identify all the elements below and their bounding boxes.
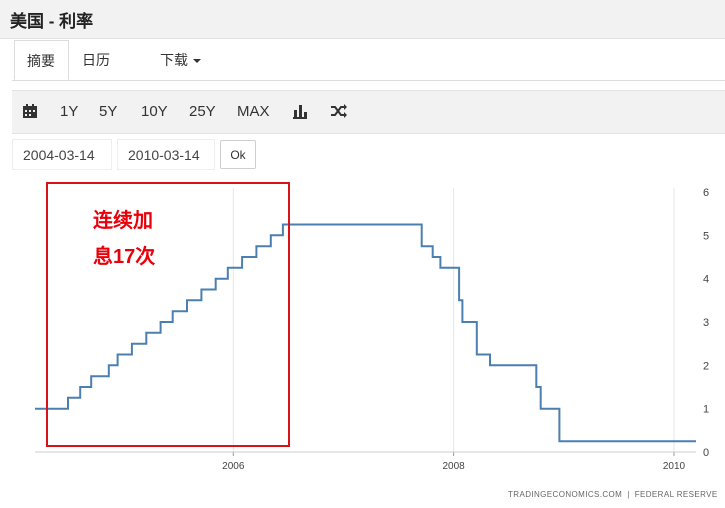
range-1y-button[interactable]: 1Y — [60, 91, 78, 133]
annotation-text-line1: 连续加 — [93, 210, 153, 232]
tab-summary[interactable]: 摘要 — [14, 40, 69, 80]
y-tick-label: 6 — [703, 187, 709, 199]
source-right: FEDERAL RESERVE — [634, 490, 718, 499]
x-tick-label: 2010 — [663, 461, 686, 472]
chevron-down-icon — [193, 59, 201, 64]
y-axis-labels: 0 1 2 3 4 5 6 — [703, 187, 709, 459]
y-tick-label: 5 — [703, 230, 709, 242]
tab-download-label: 下载 — [160, 52, 188, 68]
y-tick-label: 1 — [703, 404, 709, 416]
tab-bar: 摘要 日历 下载 — [12, 40, 725, 81]
tab-summary-label: 摘要 — [27, 53, 55, 69]
y-tick-label: 3 — [703, 317, 709, 329]
range-10y-button[interactable]: 10Y — [141, 91, 168, 133]
title-bar: 美国 - 利率 — [0, 0, 725, 39]
chart-source: TRADINGECONOMICS.COM | FEDERAL RESERVE — [508, 490, 718, 499]
bar-chart-icon[interactable] — [292, 103, 308, 124]
range-5y-button[interactable]: 5Y — [99, 91, 117, 133]
end-date-input[interactable]: 2010-03-14 — [117, 139, 215, 170]
y-tick-label: 0 — [703, 447, 709, 459]
shuffle-icon[interactable] — [330, 103, 348, 124]
calendar-icon[interactable] — [22, 103, 38, 124]
tab-calendar[interactable]: 日历 — [82, 40, 110, 80]
ok-button[interactable]: Ok — [220, 140, 256, 169]
x-axis-labels: 2006 2008 2010 — [222, 461, 685, 472]
range-25y-button[interactable]: 25Y — [189, 91, 216, 133]
source-left: TRADINGECONOMICS.COM — [508, 490, 623, 499]
start-date-input[interactable]: 2004-03-14 — [12, 139, 112, 170]
tab-download[interactable]: 下载 — [160, 40, 201, 80]
range-max-button[interactable]: MAX — [237, 91, 270, 133]
x-tick-label: 2008 — [443, 461, 466, 472]
x-tick-label: 2006 — [222, 461, 245, 472]
y-tick-label: 4 — [703, 274, 709, 286]
page-title: 美国 - 利率 — [10, 12, 94, 31]
annotation-text-line2: 息17次 — [93, 246, 156, 268]
tab-calendar-label: 日历 — [82, 52, 110, 68]
chart-toolbar: 1Y 5Y 10Y 25Y MAX — [12, 90, 725, 134]
y-tick-label: 2 — [703, 360, 709, 372]
source-separator: | — [627, 490, 630, 499]
